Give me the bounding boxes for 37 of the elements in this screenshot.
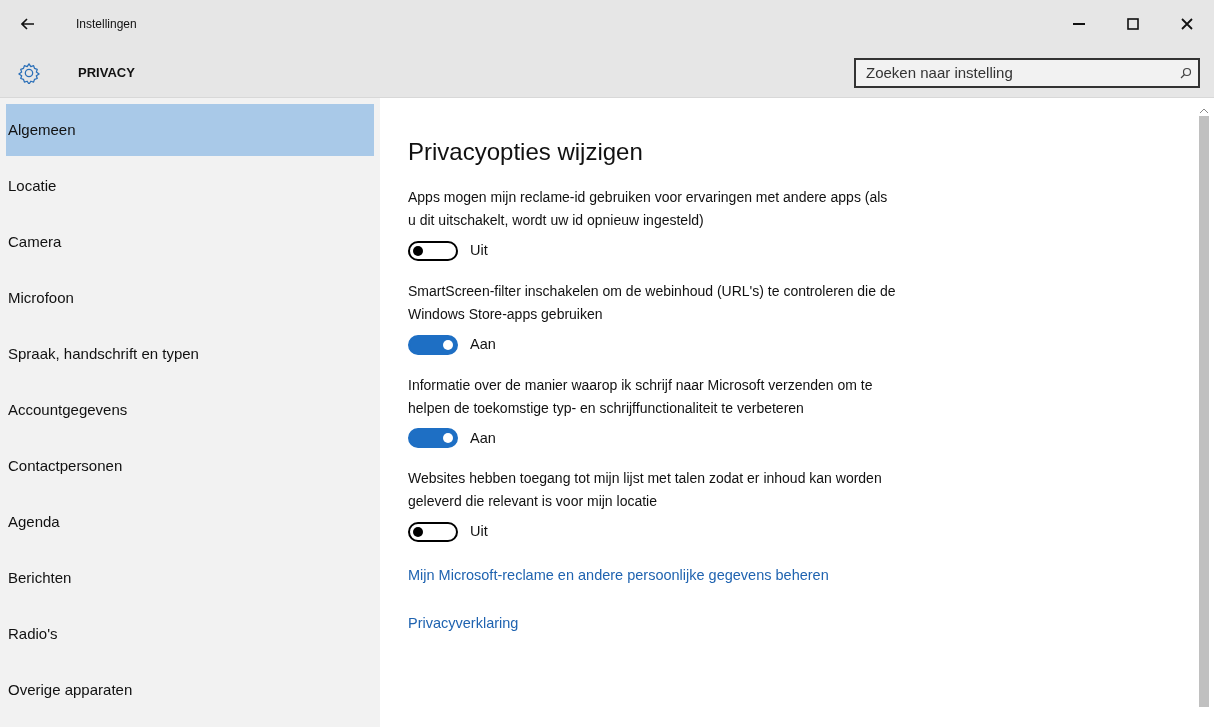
toggle-state-label: Aan	[470, 428, 496, 448]
maximize-icon	[1127, 18, 1139, 30]
link[interactable]: Privacyverklaring	[408, 612, 519, 635]
gear-icon	[18, 61, 40, 84]
section-heading: Privacyopties wijzigen	[408, 137, 643, 167]
toggle-switch[interactable]	[408, 522, 458, 543]
toggle-switch[interactable]	[408, 428, 458, 449]
sidebar-item[interactable]: Radio's	[6, 608, 374, 660]
sidebar-item[interactable]: Contactpersonen	[6, 440, 374, 492]
toggle-state-label: Uit	[470, 241, 488, 260]
sidebar-item[interactable]: Locatie	[6, 160, 374, 212]
close-icon	[1181, 18, 1193, 30]
sidebar-item[interactable]: Agenda	[6, 496, 374, 548]
setting-description: Informatie over de manier waarop ik schrijf naar Microsoft verzenden om te helpen de toekomstige typ- en schrijffunctionaliteit te verbeteren	[408, 375, 874, 418]
search-icon	[1180, 66, 1192, 79]
scroll-up-icon	[1200, 108, 1208, 113]
sidebar-item[interactable]: Algemeen	[6, 104, 374, 156]
sidebar-item[interactable]: Accountgegevens	[6, 384, 374, 436]
sidebar-item[interactable]: Overige apparaten	[6, 664, 374, 716]
toggle-state-label: Uit	[470, 522, 488, 542]
setting-description: Websites hebben toegang tot mijn lijst met talen zodat er inhoud kan worden geleverd die relevant is voor mijn locatie	[408, 469, 883, 512]
toggle-switch[interactable]	[408, 240, 458, 261]
setting-description: Apps mogen mijn reclame-id gebruiken voor ervaringen met andere apps (als u dit uitschakelt, wordt uw id opnieuw ingesteld)	[408, 188, 889, 230]
toggle-state-label: Aan	[470, 334, 496, 354]
toggle-switch[interactable]	[408, 334, 458, 355]
search-field[interactable]: Zoeken naar instelling	[854, 57, 1200, 88]
back-arrow-icon	[21, 18, 35, 30]
minimize-icon	[1073, 23, 1085, 25]
sidebar-item[interactable]: Microfoon	[6, 272, 374, 324]
setting-description: SmartScreen-filter inschakelen om de webinhoud (URL's) te controleren die de Windows Store-apps gebruiken	[408, 281, 897, 324]
sidebar-item[interactable]: Berichten	[6, 552, 374, 604]
sidebar-item[interactable]: Spraak, handschrift en typen	[6, 328, 374, 380]
window-title: Instellingen	[76, 16, 137, 33]
sidebar-item[interactable]: Camera	[6, 216, 374, 268]
page-title: PRIVACY	[78, 63, 135, 82]
scrollbar-thumb[interactable]	[1199, 116, 1209, 707]
link[interactable]: Mijn Microsoft-reclame en andere persoonlijke gegevens beheren	[408, 565, 829, 587]
